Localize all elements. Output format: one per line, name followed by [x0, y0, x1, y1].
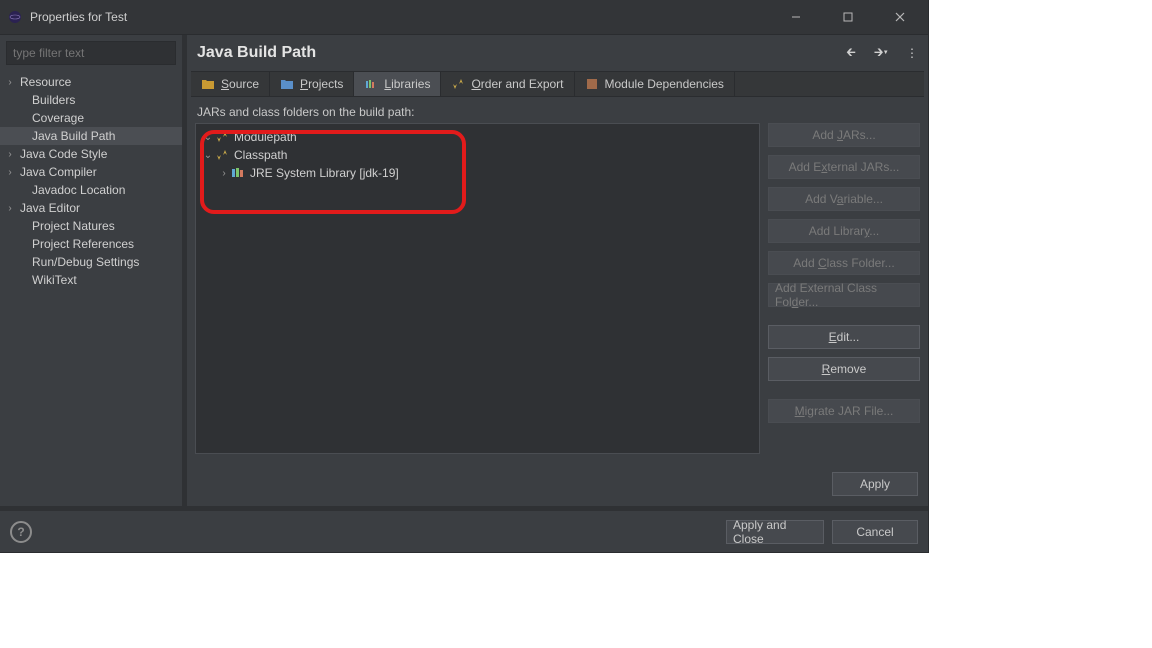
sidebar-item-java-build-path[interactable]: Java Build Path — [0, 127, 182, 145]
nav-forward-icon[interactable]: 🡲▾ — [874, 43, 888, 64]
edit-button[interactable]: Edit... — [768, 325, 920, 349]
sidebar-item-builders[interactable]: Builders — [0, 91, 182, 109]
tab-source[interactable]: Source — [191, 72, 270, 96]
help-icon[interactable]: ? — [10, 521, 32, 543]
sidebar-item-project-natures[interactable]: Project Natures — [0, 217, 182, 235]
tree-item-modulepath[interactable]: ⌄ Modulepath — [196, 128, 759, 146]
add-library-button[interactable]: Add Library... — [768, 219, 920, 243]
tab-order-export[interactable]: Order and Export — [441, 72, 574, 96]
module-deps-icon — [585, 77, 599, 91]
tree-item-label: Classpath — [234, 148, 287, 162]
properties-dialog: Properties for Test ›Resource Builders C… — [0, 0, 928, 552]
sidebar-item-java-compiler[interactable]: ›Java Compiler — [0, 163, 182, 181]
sidebar-item-java-editor[interactable]: ›Java Editor — [0, 199, 182, 217]
category-sidebar: ›Resource Builders Coverage Java Build P… — [0, 35, 187, 506]
minimize-button[interactable] — [784, 5, 808, 29]
projects-icon — [280, 77, 294, 91]
sidebar-item-java-code-style[interactable]: ›Java Code Style — [0, 145, 182, 163]
tab-label: Order and Export — [471, 77, 563, 91]
path-icon — [214, 131, 230, 143]
dialog-footer: ? Apply and Close Cancel — [0, 506, 928, 552]
apply-button[interactable]: Apply — [832, 472, 918, 496]
classpath-tree[interactable]: ⌄ Modulepath ⌄ Classpath › JRE System Li… — [195, 123, 760, 454]
tree-item-label: Modulepath — [234, 130, 297, 144]
library-icon — [230, 167, 246, 179]
titlebar: Properties for Test — [0, 0, 928, 34]
tree-item-label: JRE System Library [jdk-19] — [250, 166, 399, 180]
window-title: Properties for Test — [30, 10, 784, 24]
tab-label: Projects — [300, 77, 343, 91]
tab-module-deps[interactable]: Module Dependencies — [575, 72, 735, 96]
source-folder-icon — [201, 77, 215, 91]
menu-dots-icon[interactable]: ⋮ — [906, 46, 918, 60]
nav-back-icon[interactable]: 🡰 — [846, 43, 856, 64]
sidebar-item-run-debug[interactable]: Run/Debug Settings — [0, 253, 182, 271]
close-button[interactable] — [888, 5, 912, 29]
add-external-jars-button[interactable]: Add External JARs... — [768, 155, 920, 179]
add-jars-button[interactable]: Add JARs... — [768, 123, 920, 147]
tree-item-jre-library[interactable]: › JRE System Library [jdk-19] — [196, 164, 759, 182]
maximize-button[interactable] — [836, 5, 860, 29]
tab-label: Libraries — [384, 77, 430, 91]
libraries-icon — [364, 77, 378, 91]
sidebar-item-project-references[interactable]: Project References — [0, 235, 182, 253]
eclipse-icon — [8, 10, 22, 24]
sidebar-item-javadoc-location[interactable]: Javadoc Location — [0, 181, 182, 199]
tab-libraries[interactable]: Libraries — [354, 72, 441, 96]
add-variable-button[interactable]: Add Variable... — [768, 187, 920, 211]
sidebar-item-wikitext[interactable]: WikiText — [0, 271, 182, 289]
tab-label: Source — [221, 77, 259, 91]
page-title: Java Build Path — [197, 44, 316, 62]
button-column: Add JARs... Add External JARs... Add Var… — [768, 123, 920, 454]
filter-input[interactable] — [6, 41, 176, 65]
order-export-icon — [451, 77, 465, 91]
tree-item-classpath[interactable]: ⌄ Classpath — [196, 146, 759, 164]
cancel-button[interactable]: Cancel — [832, 520, 918, 544]
add-external-class-folder-button[interactable]: Add External Class Folder... — [768, 283, 920, 307]
tab-projects[interactable]: Projects — [270, 72, 354, 96]
remove-button[interactable]: Remove — [768, 357, 920, 381]
libraries-description: JARs and class folders on the build path… — [187, 97, 928, 123]
main-panel: Java Build Path 🡰 🡲▾ ⋮ Source Projects — [187, 35, 928, 506]
path-icon — [214, 149, 230, 161]
sidebar-item-coverage[interactable]: Coverage — [0, 109, 182, 127]
tab-label: Module Dependencies — [605, 77, 724, 91]
add-class-folder-button[interactable]: Add Class Folder... — [768, 251, 920, 275]
category-tree: ›Resource Builders Coverage Java Build P… — [0, 71, 182, 291]
apply-and-close-button[interactable]: Apply and Close — [726, 520, 824, 544]
sidebar-item-resource[interactable]: ›Resource — [0, 73, 182, 91]
migrate-jar-button[interactable]: Migrate JAR File... — [768, 399, 920, 423]
tabs: Source Projects Libraries Order and Expo… — [191, 71, 924, 97]
